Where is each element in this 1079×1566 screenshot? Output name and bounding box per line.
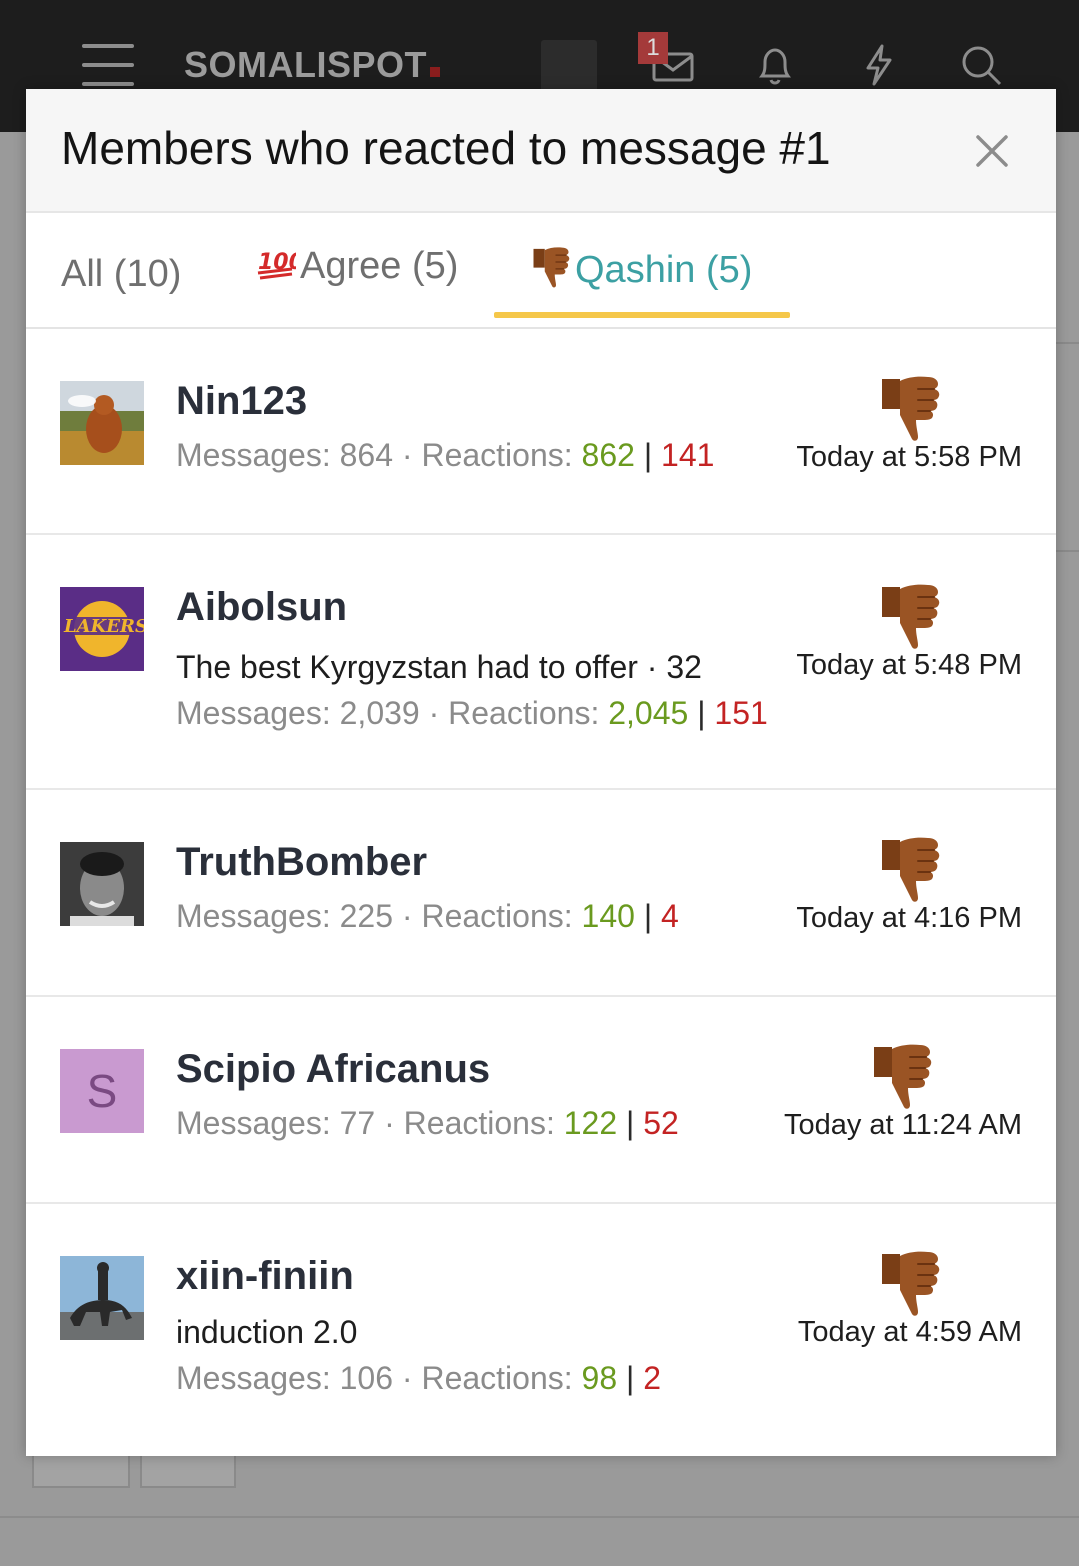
list-item: LAKERS Aibolsun The best Kyrgyzstan had … bbox=[26, 535, 1056, 790]
reactions-positive: 98 bbox=[581, 1360, 618, 1396]
thumbs-down-icon bbox=[531, 245, 571, 299]
avatar[interactable] bbox=[60, 842, 144, 926]
hundred-points-icon: 100 bbox=[256, 245, 304, 291]
tab-agree[interactable]: 100 Agree (5) bbox=[256, 245, 458, 291]
thumbs-down-icon bbox=[878, 834, 942, 904]
inbox-badge: 1 bbox=[638, 32, 668, 64]
member-username[interactable]: Scipio Africanus bbox=[176, 1047, 490, 1092]
avatar[interactable]: S bbox=[60, 1049, 144, 1133]
reaction-time: Today at 4:16 PM bbox=[796, 902, 1022, 934]
reaction-time: Today at 4:59 AM bbox=[797, 1316, 1022, 1348]
reactions-negative: 151 bbox=[714, 695, 768, 731]
tab-qashin-label: Qashin (5) bbox=[575, 249, 753, 292]
reaction-time: Today at 11:24 AM bbox=[783, 1109, 1022, 1141]
member-user-title: induction 2.0 bbox=[176, 1314, 358, 1350]
list-item: xiin-finiin induction 2.0 Messages: 106 … bbox=[26, 1204, 1056, 1456]
member-stats: Messages: 864 · Reactions: 862 | 141 bbox=[176, 437, 715, 473]
reaction-time: Today at 5:48 PM bbox=[796, 649, 1022, 681]
menu-icon[interactable] bbox=[82, 44, 134, 86]
reaction-tabs: All (10) 100 Agree (5) Qashin (5) bbox=[26, 213, 1056, 329]
tab-qashin[interactable]: Qashin (5) bbox=[531, 245, 752, 299]
list-item: TruthBomber Messages: 225 · Reactions: 1… bbox=[26, 790, 1056, 997]
reactions-negative: 4 bbox=[661, 898, 679, 934]
thumbs-down-icon bbox=[878, 1248, 942, 1318]
avatar[interactable] bbox=[60, 381, 144, 465]
reaction-time: Today at 5:58 PM bbox=[796, 441, 1022, 473]
thumbs-down-icon bbox=[870, 1041, 934, 1111]
reactions-negative: 2 bbox=[643, 1360, 662, 1396]
thumbs-down-icon bbox=[878, 373, 942, 443]
search-icon[interactable] bbox=[958, 42, 1004, 88]
avatar[interactable] bbox=[60, 1256, 144, 1340]
reactions-positive: 2,045 bbox=[608, 695, 689, 731]
member-username[interactable]: Nin123 bbox=[176, 379, 307, 424]
reactions-modal: Members who reacted to message #1 All (1… bbox=[26, 89, 1056, 1456]
member-stats: Messages: 77 · Reactions: 122 | 52 bbox=[176, 1105, 679, 1141]
tab-agree-label: Agree (5) bbox=[300, 245, 459, 288]
member-list: Nin123 Messages: 864 · Reactions: 862 | … bbox=[26, 329, 1056, 1456]
avatar[interactable]: LAKERS bbox=[60, 587, 144, 671]
close-icon[interactable] bbox=[972, 131, 1012, 171]
bell-icon[interactable] bbox=[752, 42, 798, 88]
reactions-negative: 141 bbox=[661, 437, 715, 473]
active-tab-indicator bbox=[494, 312, 790, 318]
member-stats: Messages: 2,039 · Reactions: 2,045 | 151 bbox=[176, 695, 768, 731]
member-username[interactable]: Aibolsun bbox=[176, 585, 347, 630]
tab-all[interactable]: All (10) bbox=[61, 253, 181, 296]
member-stats: Messages: 106 · Reactions: 98 | 2 bbox=[176, 1360, 662, 1396]
list-item: Nin123 Messages: 864 · Reactions: 862 | … bbox=[26, 329, 1056, 535]
list-item: S Scipio Africanus Messages: 77 · Reacti… bbox=[26, 997, 1056, 1204]
reactions-positive: 140 bbox=[581, 898, 635, 934]
member-username[interactable]: TruthBomber bbox=[176, 840, 427, 885]
member-stats: Messages: 225 · Reactions: 140 | 4 bbox=[176, 898, 679, 934]
svg-text:LAKERS: LAKERS bbox=[63, 616, 144, 637]
user-avatar[interactable] bbox=[541, 40, 597, 92]
thumbs-down-icon bbox=[878, 581, 942, 651]
reactions-negative: 52 bbox=[643, 1105, 679, 1141]
member-user-title: The best Kyrgyzstan had to offer · 32 bbox=[176, 649, 702, 685]
reactions-positive: 122 bbox=[563, 1105, 618, 1141]
member-username[interactable]: xiin-finiin bbox=[176, 1254, 354, 1299]
reactions-positive: 862 bbox=[581, 437, 635, 473]
modal-title: Members who reacted to message #1 bbox=[61, 122, 831, 174]
lightning-icon[interactable] bbox=[856, 42, 902, 88]
site-logo[interactable]: SOMALISPOT bbox=[184, 44, 441, 86]
modal-header: Members who reacted to message #1 bbox=[26, 89, 1056, 213]
